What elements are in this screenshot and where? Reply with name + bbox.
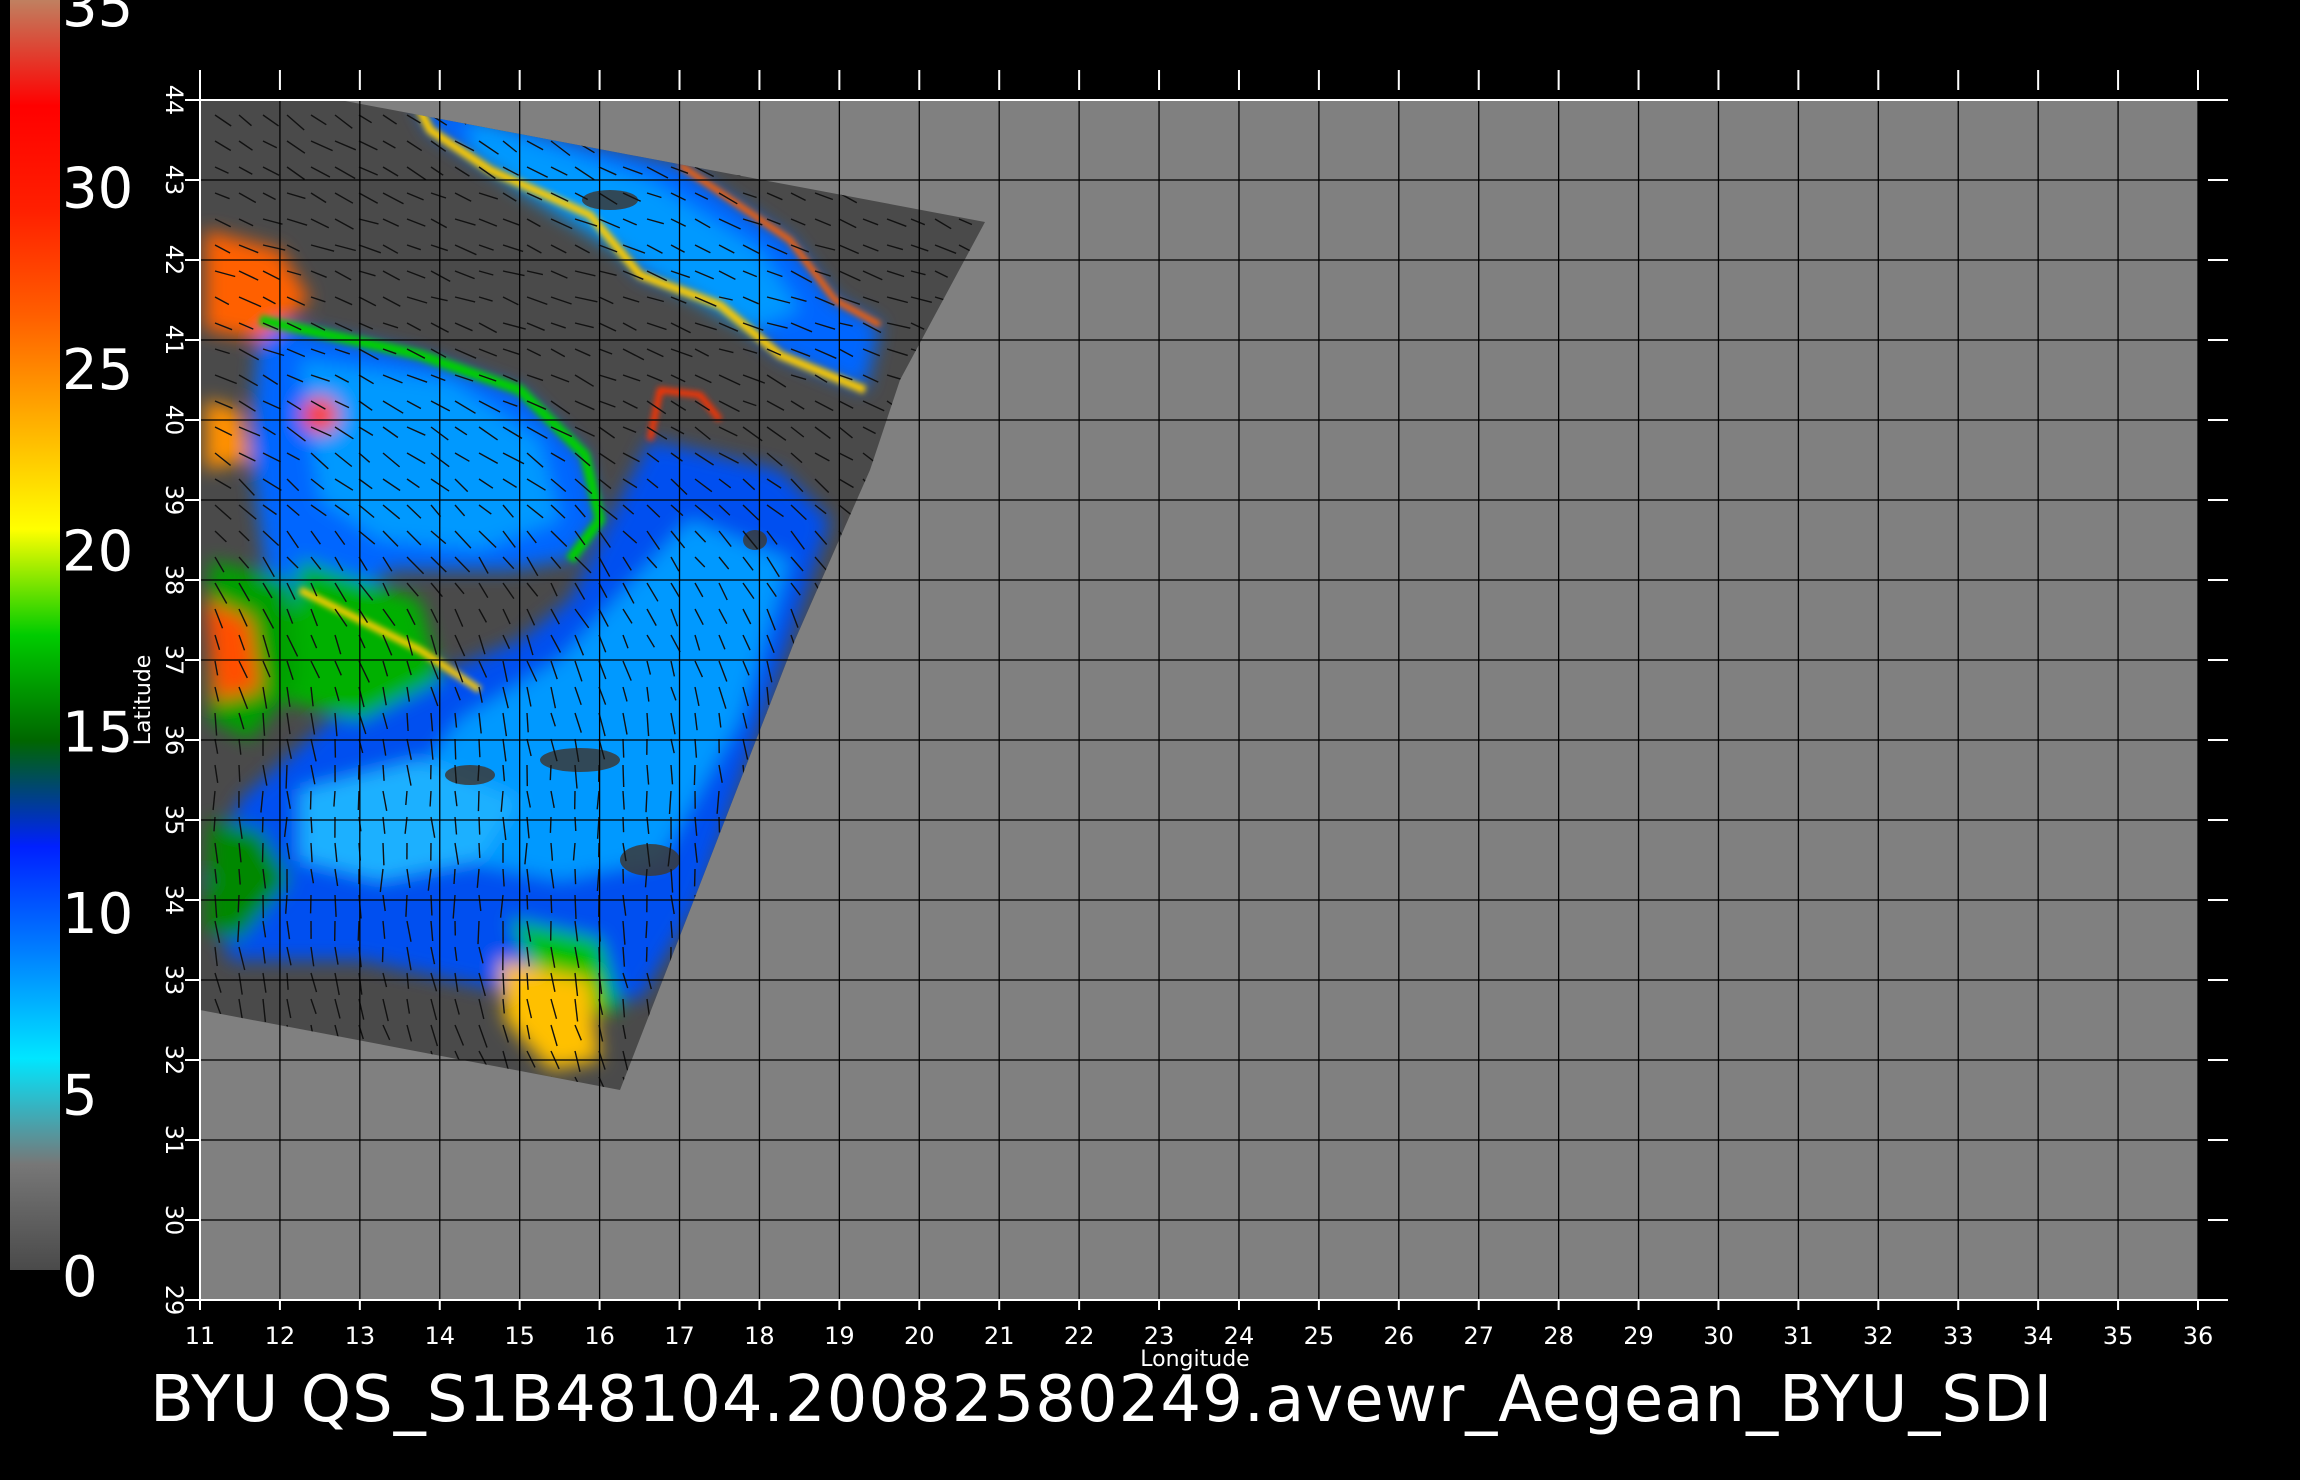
wind-barb — [430, 894, 433, 916]
wind-barb — [645, 790, 648, 813]
lat-tick-label: 33 — [160, 965, 188, 996]
lon-tick-label: 11 — [185, 1322, 216, 1350]
lon-tick-label: 29 — [1623, 1322, 1654, 1350]
lat-tick-label: 34 — [160, 885, 188, 916]
lat-tick-label: 29 — [160, 1285, 188, 1316]
wind-barb — [718, 816, 721, 833]
lon-tick-label: 24 — [1224, 1322, 1255, 1350]
colorbar-tick-label: 20 — [62, 519, 133, 584]
wind-barb — [381, 946, 384, 963]
wind-barb — [550, 894, 553, 914]
wind-barb — [478, 842, 481, 858]
wind-barb — [382, 842, 385, 866]
lon-tick-label: 31 — [1783, 1322, 1814, 1350]
wind-barb — [261, 842, 264, 863]
latitude-tick-labels: 29 30 31 32 33 34 35 36 37 38 39 40 41 42 43 44 — [160, 85, 188, 1316]
wind-barb — [453, 868, 456, 885]
wind-barb — [357, 920, 360, 941]
wind-barb — [477, 790, 480, 812]
wind-barb — [477, 920, 480, 945]
scatterometer-map: 0 5 10 15 20 25 30 35 11 12 13 14 15 16 17 18 1… — [10, 0, 2228, 1372]
lon-tick-label: 30 — [1703, 1322, 1734, 1350]
lat-tick-label: 32 — [160, 1045, 188, 1076]
wind-barb — [645, 946, 648, 962]
lon-tick-label: 13 — [345, 1322, 376, 1350]
wind-barb — [574, 894, 577, 920]
wind-barb — [574, 816, 577, 832]
lat-tick-label: 35 — [160, 805, 188, 836]
colorbar-tick-label: 5 — [62, 1064, 98, 1129]
wind-barb — [454, 738, 457, 760]
lon-tick-label: 21 — [984, 1322, 1015, 1350]
lon-tick-label: 35 — [2103, 1322, 2134, 1350]
lat-tick-label: 44 — [160, 85, 188, 116]
wind-barb — [478, 738, 481, 758]
wind-barb — [622, 764, 625, 788]
lon-tick-label: 12 — [265, 1322, 296, 1350]
lon-tick-label: 25 — [1304, 1322, 1335, 1350]
lat-tick-label: 37 — [160, 645, 188, 676]
wind-barb — [309, 790, 312, 810]
wind-barb — [429, 790, 432, 807]
lon-tick-label: 19 — [824, 1322, 855, 1350]
wind-barb — [526, 894, 529, 910]
colorbar-ticks: 0 5 10 15 20 25 30 35 — [62, 0, 133, 1310]
wind-barb — [574, 868, 577, 885]
lat-tick-label: 31 — [160, 1125, 188, 1156]
wind-barb — [549, 764, 552, 781]
colorbar-tick-label: 30 — [62, 156, 133, 221]
lon-tick-label: 34 — [2023, 1322, 2054, 1350]
map-plot: 11 12 13 14 15 16 17 18 19 20 21 22 23 24 25 26 27 28 29 30… — [131, 70, 2228, 1372]
lon-tick-label: 20 — [904, 1322, 935, 1350]
colorbar-tick-label: 0 — [62, 1245, 98, 1310]
colorbar-tick-label: 35 — [62, 0, 133, 40]
wind-barb — [285, 764, 288, 789]
lat-tick-label: 36 — [160, 725, 188, 756]
lat-tick-label: 42 — [160, 245, 188, 276]
wind-barb — [261, 816, 264, 833]
wind-barb — [477, 764, 480, 781]
wind-barb — [622, 816, 625, 833]
lon-tick-label: 36 — [2183, 1322, 2214, 1350]
colorbar-strip — [10, 0, 60, 1270]
lon-tick-label: 17 — [664, 1322, 695, 1350]
lon-tick-label: 32 — [1863, 1322, 1894, 1350]
lat-tick-label: 39 — [160, 485, 188, 516]
image-caption: BYU QS_S1B48104.20082580249.avewr_Aegean… — [150, 1363, 2054, 1437]
lon-tick-label: 16 — [584, 1322, 615, 1350]
lon-tick-label: 22 — [1064, 1322, 1095, 1350]
lat-tick-label: 38 — [160, 565, 188, 596]
lat-tick-label: 40 — [160, 405, 188, 436]
lon-tick-label: 23 — [1144, 1322, 1175, 1350]
wind-barb — [693, 764, 696, 786]
wind-barb — [237, 894, 240, 913]
colorbar-tick-label: 25 — [62, 338, 133, 403]
colorbar: 0 5 10 15 20 25 30 35 — [10, 0, 133, 1310]
lon-tick-label: 26 — [1384, 1322, 1415, 1350]
lon-tick-label: 14 — [424, 1322, 455, 1350]
lat-tick-label: 30 — [160, 1205, 188, 1236]
longitude-tick-labels: 11 12 13 14 15 16 17 18 19 20 21 22 23 24 25 26 27 28 29 30… — [185, 1322, 2214, 1350]
lat-tick-label: 41 — [160, 325, 188, 356]
colorbar-tick-label: 10 — [62, 882, 133, 947]
wind-barb — [213, 816, 216, 832]
wind-barb — [357, 790, 360, 811]
lon-tick-label: 15 — [504, 1322, 535, 1350]
colorbar-tick-label: 15 — [62, 701, 133, 766]
lon-tick-label: 28 — [1543, 1322, 1574, 1350]
lon-tick-label: 27 — [1463, 1322, 1494, 1350]
wind-barb — [622, 738, 625, 758]
lon-tick-label: 33 — [1943, 1322, 1974, 1350]
wind-barb — [645, 920, 648, 939]
wind-barb — [238, 764, 241, 782]
colorbar-gradient — [10, 0, 60, 1270]
lat-tick-label: 43 — [160, 165, 188, 196]
lon-tick-label: 18 — [744, 1322, 775, 1350]
y-axis-label: Latitude — [131, 655, 156, 746]
